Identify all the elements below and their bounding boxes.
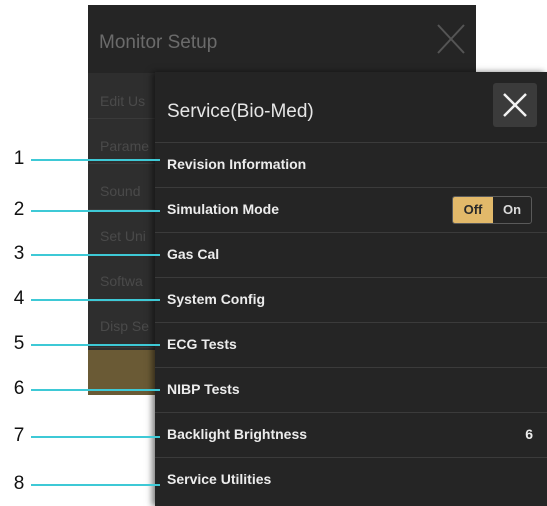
menu-item-gas-cal[interactable]: Gas Cal — [155, 232, 547, 277]
callout-line — [31, 436, 160, 438]
menu-item-revision-information[interactable]: Revision Information — [155, 142, 547, 187]
callout-number: 7 — [13, 425, 25, 446]
toggle-off-option[interactable]: Off — [453, 197, 493, 223]
close-icon — [503, 93, 527, 117]
menu-item-nibp-tests[interactable]: NIBP Tests — [155, 367, 547, 412]
menu-item-label: ECG Tests — [167, 336, 237, 352]
close-button[interactable] — [493, 83, 537, 127]
backlight-brightness-value: 6 — [525, 426, 533, 442]
callout-number: 2 — [13, 199, 25, 220]
menu-item-label: Backlight Brightness — [167, 426, 308, 442]
callout-line — [31, 159, 160, 161]
monitor-setup-item[interactable]: Disp Se — [100, 318, 149, 334]
menu-item-ecg-tests[interactable]: ECG Tests — [155, 322, 547, 367]
callout-number: 1 — [13, 148, 25, 169]
callout-line — [31, 254, 160, 256]
callout-line — [31, 344, 160, 346]
monitor-setup-item[interactable]: Parame — [100, 138, 149, 154]
monitor-setup-item[interactable]: Edit Us — [100, 93, 145, 109]
menu-item-label: Gas Cal — [167, 246, 220, 262]
service-title: Service(Bio-Med) — [167, 101, 314, 122]
monitor-setup-close-icon[interactable] — [434, 19, 468, 59]
monitor-setup-title: Monitor Setup — [99, 32, 218, 53]
service-panel: Service(Bio-Med) Revision Information Si… — [155, 72, 547, 506]
menu-item-label: Simulation Mode — [167, 201, 279, 217]
toggle-on-option[interactable]: On — [493, 197, 531, 223]
callout-number: 8 — [13, 473, 25, 494]
callout-number: 6 — [13, 378, 25, 399]
monitor-setup-item[interactable]: Set Uni — [100, 228, 146, 244]
menu-item-system-config[interactable]: System Config — [155, 277, 547, 322]
simulation-mode-toggle[interactable]: Off On — [452, 196, 532, 224]
callout-line — [31, 389, 160, 391]
callout-line — [31, 299, 160, 301]
menu-item-backlight-brightness[interactable]: Backlight Brightness 6 — [155, 412, 547, 457]
callout-number: 5 — [13, 333, 25, 354]
menu-item-label: Service Utilities — [167, 471, 272, 487]
callout-line — [31, 484, 160, 486]
menu-item-label: NIBP Tests — [167, 381, 240, 397]
menu-item-simulation-mode[interactable]: Simulation Mode Off On — [155, 187, 547, 232]
monitor-setup-header: Monitor Setup — [88, 5, 476, 73]
menu-item-label: System Config — [167, 291, 266, 307]
callout-number: 3 — [13, 243, 25, 264]
menu-item-service-utilities[interactable]: Service Utilities — [155, 457, 547, 502]
callout-number: 4 — [13, 288, 25, 309]
monitor-setup-item[interactable]: Softwa — [100, 273, 143, 289]
monitor-setup-item[interactable]: Sound — [100, 183, 140, 199]
menu-item-label: Revision Information — [167, 156, 307, 172]
callout-line — [31, 210, 160, 212]
service-header: Service(Bio-Med) — [155, 72, 547, 142]
